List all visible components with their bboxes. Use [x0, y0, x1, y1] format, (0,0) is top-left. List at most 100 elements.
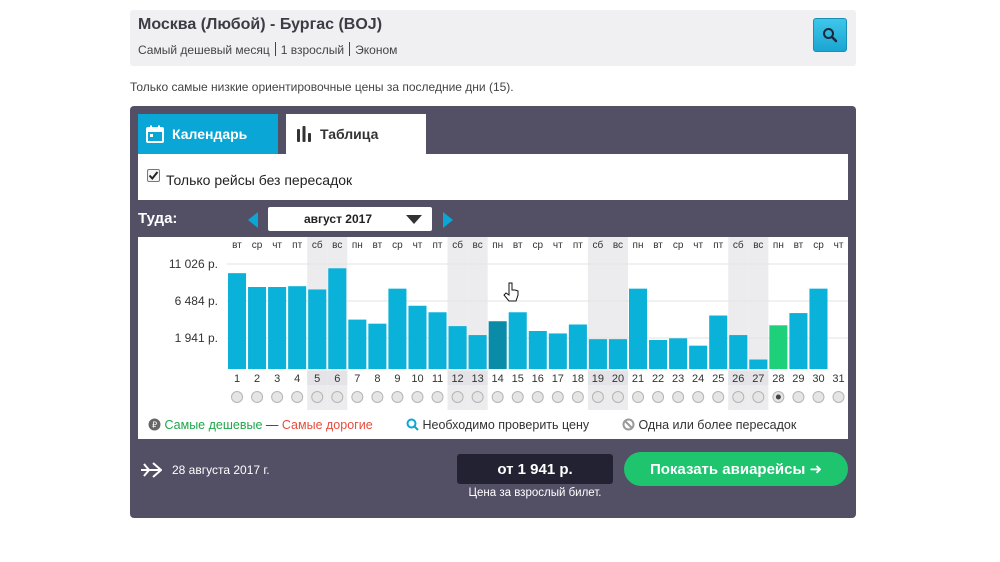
price-bar	[428, 312, 447, 369]
day-radio	[471, 391, 484, 403]
day-radio	[311, 391, 324, 403]
price-bar	[809, 288, 828, 369]
day-label: 21	[632, 373, 644, 385]
day-label: 13	[472, 373, 484, 385]
weekday-label: вс	[613, 240, 623, 251]
day-label: 28	[772, 373, 784, 385]
price-bar	[508, 312, 527, 369]
tab-table-label: Таблица	[320, 126, 379, 142]
day-label: 20	[612, 373, 624, 385]
price-bar	[228, 273, 247, 369]
day-label: 8	[374, 373, 380, 385]
day-radio	[371, 391, 384, 403]
day-label: 3	[274, 373, 280, 385]
day-radio	[551, 391, 564, 403]
calendar-panel: Календарь Таблица Только рейсы без перес…	[130, 106, 856, 518]
day-label: 4	[294, 373, 300, 385]
price-bar	[528, 331, 547, 369]
legend-check-price-label: Необходимо проверить цену	[422, 418, 590, 432]
svg-text:₽: ₽	[152, 421, 157, 430]
hand-cursor-icon	[503, 282, 519, 302]
price-bar	[649, 339, 668, 369]
day-radio	[511, 391, 524, 403]
price-chart-svg: 11 026 р.6 484 р.1 941 р.вт ср чт пт сб вс пн в…	[169, 237, 848, 410]
day-label: 7	[354, 373, 360, 385]
month-type: Самый дешевый месяц	[138, 43, 270, 57]
weekday-label: пт	[433, 240, 443, 251]
day-radio	[451, 391, 464, 403]
weekday-label: ср	[252, 240, 263, 251]
day-label: 18	[572, 373, 584, 385]
legend-price-range: ₽ Самые дешевые — Самые дорогие	[148, 418, 373, 432]
day-radio	[712, 391, 725, 403]
price-bar	[308, 289, 327, 369]
direct-only-checkbox[interactable]	[147, 169, 160, 182]
day-radio	[832, 391, 845, 403]
weekday-label: чт	[553, 240, 563, 251]
price-display: от 1 941 р.	[457, 454, 613, 484]
price-bar	[789, 313, 808, 369]
day-radio	[251, 391, 264, 403]
month-value: август 2017	[304, 212, 373, 226]
day-label: 1	[234, 373, 240, 385]
price-bar	[629, 288, 648, 369]
day-label: 10	[411, 373, 423, 385]
weekday-label: вт	[653, 240, 663, 251]
search-summary: Москва (Любой) - Бургас (BOJ) Самый деше…	[130, 10, 856, 66]
day-radio	[732, 391, 745, 403]
tab-calendar[interactable]: Календарь	[138, 114, 278, 154]
day-label: 16	[532, 373, 544, 385]
weekday-label: вс	[473, 240, 483, 251]
day-label: 6	[334, 373, 340, 385]
day-label: 14	[492, 373, 504, 385]
weekday-label: сб	[452, 239, 463, 251]
price-bar	[248, 287, 267, 369]
month-select[interactable]: август 2017	[268, 207, 432, 231]
day-label: 27	[752, 373, 764, 385]
prev-month-arrow[interactable]	[248, 212, 258, 228]
price-bar	[368, 323, 387, 369]
day-label: 2	[254, 373, 260, 385]
next-month-arrow[interactable]	[443, 212, 453, 228]
legend-cheapest: Самые дешевые	[164, 418, 263, 432]
day-label: 29	[792, 373, 804, 385]
day-radio	[411, 391, 424, 403]
weekday-label: пн	[492, 240, 503, 251]
checkmark-icon	[148, 171, 159, 181]
weekday-label: ср	[813, 240, 824, 251]
day-label: 31	[832, 373, 844, 385]
day-label: 5	[314, 373, 320, 385]
price-bar	[709, 315, 728, 369]
day-radio	[271, 391, 284, 403]
selected-date-text: 28 августа 2017 г.	[172, 463, 270, 477]
day-radio	[351, 391, 364, 403]
day-radio	[491, 391, 504, 403]
cabin-class: Эконом	[355, 43, 398, 57]
show-flights-button[interactable]: Показать авиарейсы ➜	[624, 452, 848, 486]
day-radio	[692, 391, 705, 403]
weekday-label: чт	[834, 240, 844, 251]
day-label: 17	[552, 373, 564, 385]
day-radio	[672, 391, 685, 403]
day-radio-selected	[775, 394, 781, 400]
legend-expensive: Самые дорогие	[281, 418, 373, 432]
day-radio	[611, 391, 624, 403]
search-button[interactable]	[813, 18, 847, 52]
price-bar	[268, 287, 287, 369]
bar-chart-icon	[297, 126, 311, 142]
tab-table[interactable]: Таблица	[286, 114, 426, 154]
price-bar	[328, 268, 347, 369]
legend-transfers: Одна или более пересадок	[622, 418, 796, 432]
weekday-label: пт	[713, 240, 723, 251]
price-note: Цена за взрослый билет.	[468, 487, 602, 499]
day-radio	[291, 391, 304, 403]
day-radio	[571, 391, 584, 403]
weekday-label: вс	[332, 240, 342, 251]
divider	[274, 42, 276, 56]
price-chart: 11 026 р. 6 484 р. 1 941 р. вт ср чт пт сб вс пн в…	[138, 237, 848, 439]
direct-only-label[interactable]: Только рейсы без пересадок	[166, 172, 352, 188]
weekday-label: сб	[593, 239, 604, 251]
day-radio	[652, 391, 665, 403]
tab-calendar-label: Календарь	[172, 126, 248, 142]
y-tick-label: 1 941 р.	[175, 331, 218, 345]
